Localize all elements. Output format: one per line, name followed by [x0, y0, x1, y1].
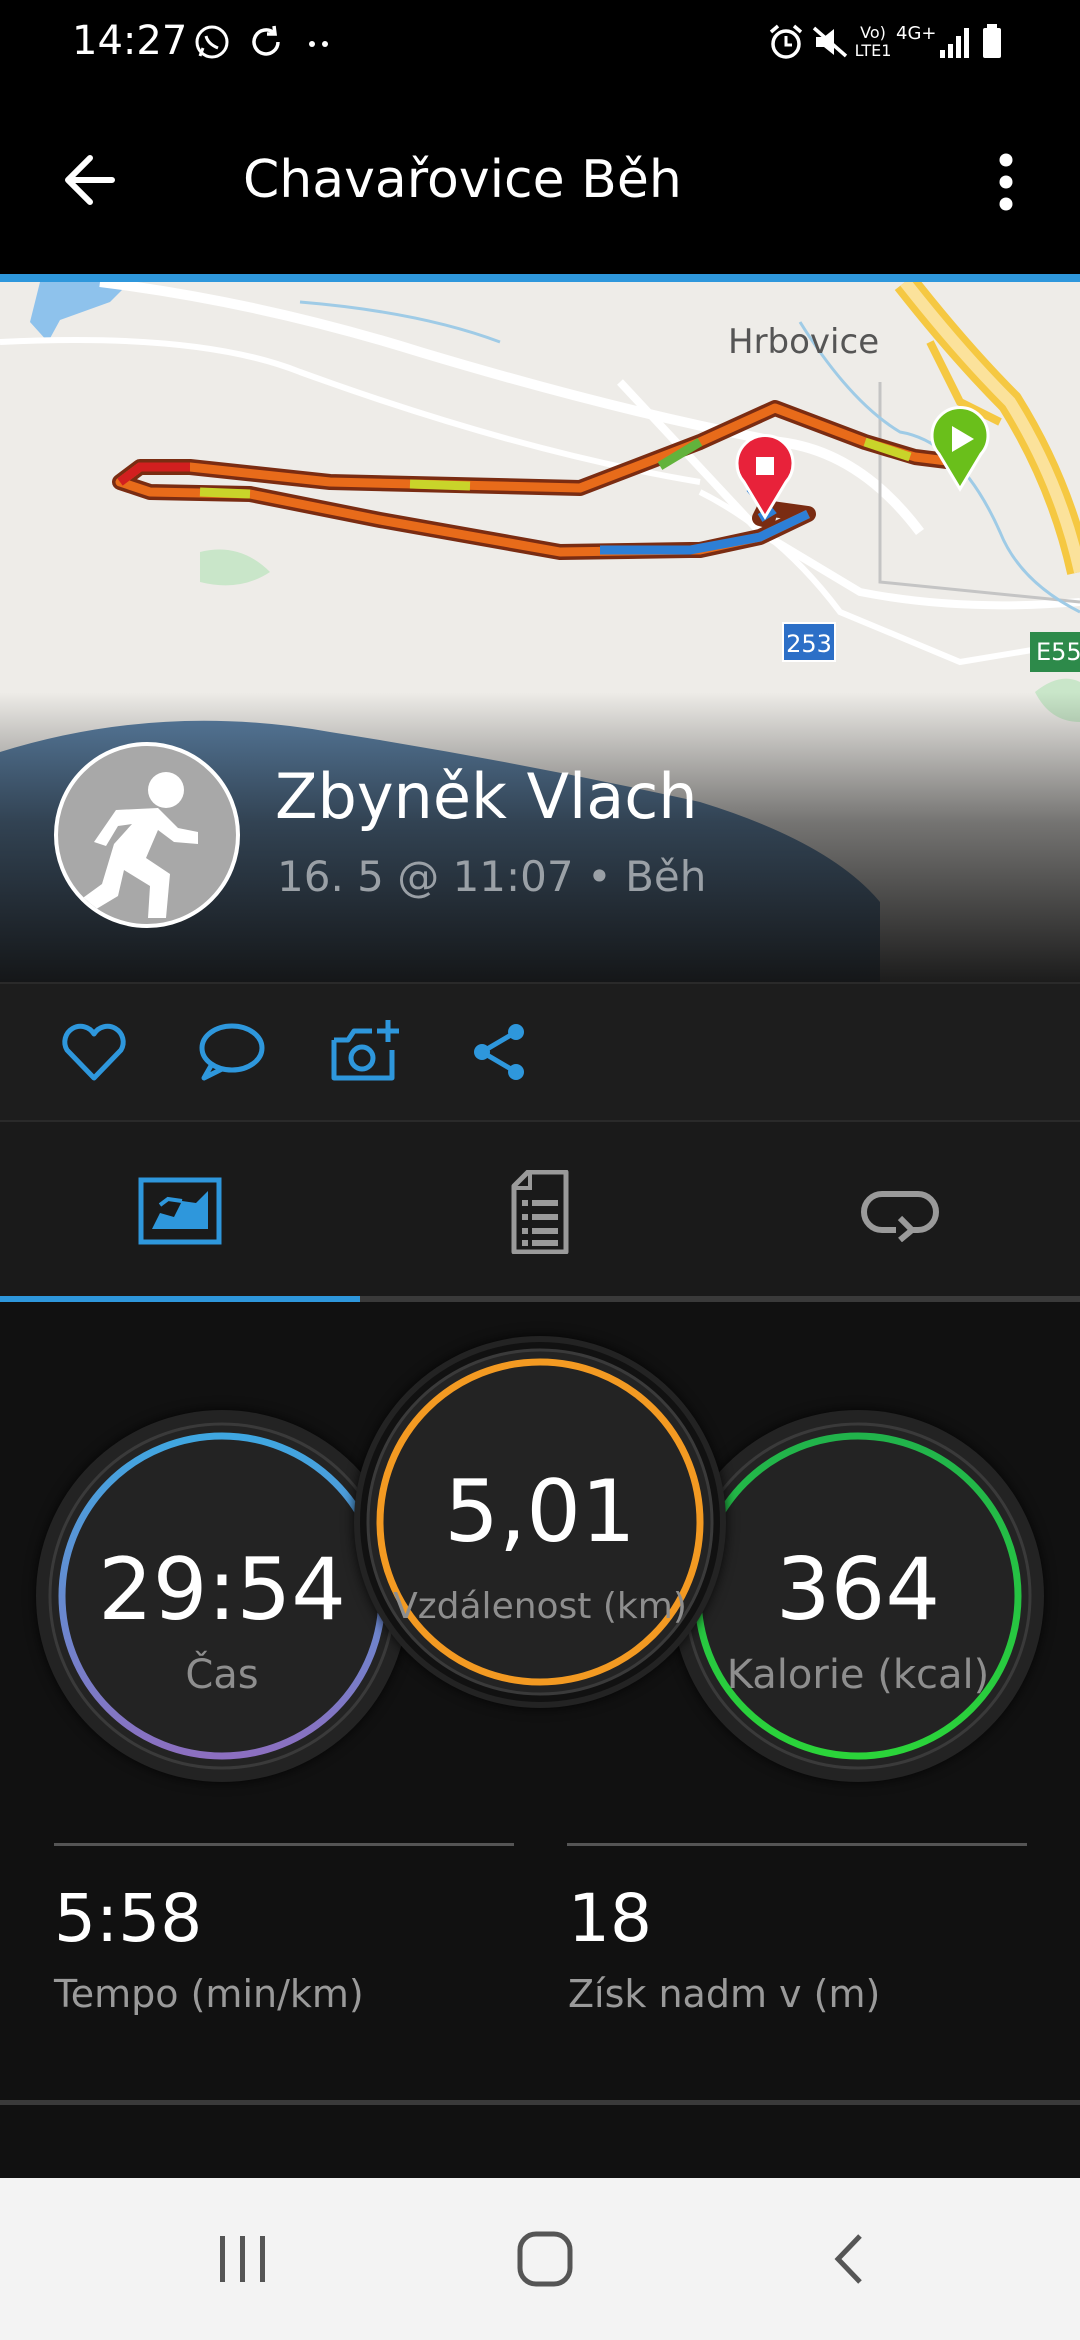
time-stat: 29:54 Čas [36, 1410, 408, 1782]
time-label: Čas [185, 1652, 259, 1698]
pace-value: 5:58 [54, 1880, 203, 1957]
tab-laps[interactable] [720, 1122, 1080, 1302]
heart-icon[interactable] [54, 1012, 134, 1092]
pace-divider [54, 1843, 514, 1846]
runner-avatar-icon [80, 772, 198, 918]
sync-icon [252, 25, 280, 56]
calories-label: Kalorie (kcal) [726, 1652, 990, 1698]
back-icon[interactable] [818, 2228, 880, 2290]
more-vert-icon[interactable] [980, 140, 1032, 224]
recent-apps-icon[interactable] [212, 2228, 274, 2290]
share-icon[interactable] [460, 1012, 540, 1092]
elevation-divider [567, 1843, 1027, 1846]
comment-icon[interactable] [190, 1012, 270, 1092]
user-name: Zbyněk Vlach [275, 760, 698, 833]
whatsapp-icon [195, 25, 229, 59]
calories-stat: 364 Kalorie (kcal) [672, 1410, 1044, 1782]
battery-icon [983, 24, 1001, 58]
accent-divider [0, 274, 1080, 282]
action-row [0, 982, 1080, 1122]
stats-map-icon [138, 1177, 222, 1245]
signal-icon [940, 28, 969, 58]
route-map[interactable]: Hrbovice 253 E55 Zbyněk Vlach 16. 5 @ 11… [0, 282, 1080, 982]
elevation-label: Získ nadm v (m) [568, 1972, 881, 2016]
page-title: Chavařovice Běh [243, 150, 682, 210]
tab-overview[interactable] [0, 1122, 360, 1302]
distance-label: Vzdálenost (km) [393, 1586, 687, 1627]
status-time: 14:27 [72, 18, 188, 64]
section-divider [0, 2100, 1080, 2105]
avatar[interactable] [54, 742, 240, 928]
volte-icon: Vo) LTE1 [854, 23, 892, 60]
tab-details[interactable] [360, 1122, 720, 1302]
camera-add-icon[interactable] [326, 1012, 406, 1092]
arrow-back-icon[interactable] [52, 138, 136, 222]
time-value: 29:54 [98, 1540, 346, 1640]
start-marker-icon [930, 405, 990, 492]
mute-icon [812, 26, 848, 58]
details-list-icon [511, 1170, 569, 1254]
distance-stat: 5,01 Vzdálenost (km) [354, 1336, 726, 1708]
4g-icon: 4G+ [896, 23, 937, 44]
alarm-icon [769, 24, 803, 59]
pace-label: Tempo (min/km) [54, 1972, 364, 2016]
end-marker-icon [735, 433, 795, 520]
activity-meta: 16. 5 @ 11:07 • Běh [277, 852, 707, 901]
laps-loop-icon [861, 1191, 939, 1242]
calories-value: 364 [775, 1540, 941, 1640]
elevation-value: 18 [568, 1880, 652, 1957]
distance-value: 5,01 [444, 1462, 636, 1562]
home-icon[interactable] [514, 2228, 576, 2290]
tab-underline-active [0, 1296, 360, 1302]
more-dots-icon [309, 41, 328, 47]
